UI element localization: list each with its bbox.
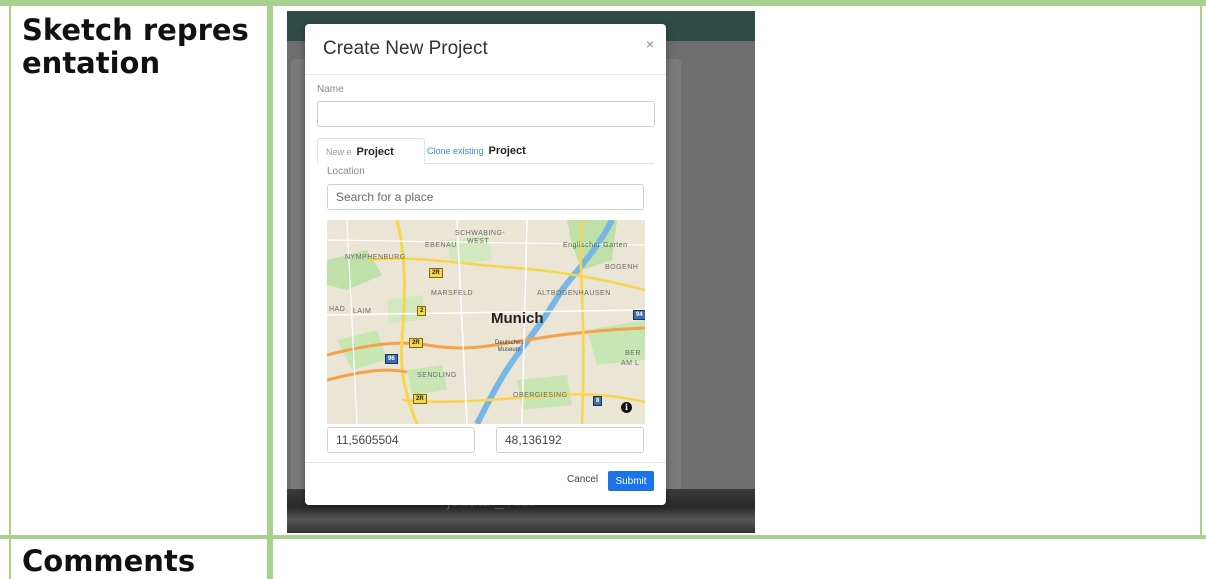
- road-shield: 94: [633, 310, 645, 320]
- map-district-label: ALTBOGENHAUSEN: [537, 290, 611, 297]
- road-shield: 8: [593, 396, 603, 406]
- footer-divider: [305, 462, 666, 463]
- place-search-input[interactable]: Search for a place: [327, 184, 644, 210]
- table-row-divider: [0, 535, 1206, 539]
- map-district-label: NYMPHENBURG: [345, 254, 406, 261]
- tab-clone-prefix: Clone existing: [427, 146, 484, 156]
- map-district-label: SCHWABING-: [455, 230, 506, 237]
- map-district-label: HAD: [329, 306, 346, 313]
- road-shield: 96: [385, 354, 398, 364]
- submit-button[interactable]: Submit: [608, 471, 654, 491]
- map-graphic: [327, 220, 645, 424]
- road-shield: 2: [417, 306, 427, 316]
- road-shield: 2R: [409, 338, 423, 348]
- tab-new-prefix: New e: [326, 146, 352, 157]
- map-district-label: EBENAU: [425, 242, 457, 249]
- row-label-comments: Comments: [22, 544, 196, 578]
- map-district-label: OBERGIESING: [513, 392, 568, 399]
- create-project-modal: Create New Project × Name New e Project …: [305, 24, 666, 505]
- cancel-button[interactable]: Cancel: [567, 474, 598, 485]
- header-divider: [305, 74, 666, 75]
- modal-title: Create New Project: [323, 38, 488, 59]
- map-poi-line: Museum: [497, 347, 521, 353]
- tab-new-label: Project: [356, 145, 394, 158]
- map-district-label: AM L: [621, 360, 640, 367]
- tab-new-project[interactable]: New e Project: [317, 138, 425, 164]
- name-input[interactable]: [317, 101, 655, 127]
- road-shield: 2R: [429, 268, 443, 278]
- longitude-input[interactable]: 11,5605504: [327, 427, 475, 453]
- tab-clone-label: Project: [488, 145, 526, 157]
- map-district-label: SENDLING: [417, 372, 457, 379]
- row-label-sketch: Sketch representation: [22, 13, 249, 80]
- map-district-label: BER: [625, 350, 641, 357]
- map-district-label: MARSFELD: [431, 290, 474, 297]
- tab-clone-project[interactable]: Clone existing Project: [427, 138, 526, 164]
- map-district-label: WEST: [467, 238, 490, 245]
- map-info-icon[interactable]: i: [621, 402, 632, 413]
- map-poi-label: Deutsches Museum: [495, 340, 523, 354]
- table-right-border: [1200, 0, 1202, 538]
- table-column-divider: [267, 0, 273, 579]
- road-shield: 2R: [413, 394, 427, 404]
- table-left-border: [9, 0, 11, 579]
- map-city-label: Munich: [491, 310, 544, 327]
- map-district-label: Englischer Garten: [563, 242, 628, 249]
- latitude-input[interactable]: 48,136192: [496, 427, 644, 453]
- location-map[interactable]: SCHWABING- WEST EBENAU NYMPHENBURG Engli…: [327, 220, 645, 424]
- location-label: Location: [327, 166, 365, 177]
- close-icon[interactable]: ×: [646, 36, 654, 52]
- table-top-border: [0, 0, 1206, 6]
- map-district-label: LAIM: [353, 308, 372, 315]
- tab-underline: [425, 163, 654, 164]
- name-label: Name: [317, 84, 344, 95]
- map-poi-line: Deutsches: [495, 340, 524, 346]
- map-district-label: BOGENH: [605, 264, 639, 271]
